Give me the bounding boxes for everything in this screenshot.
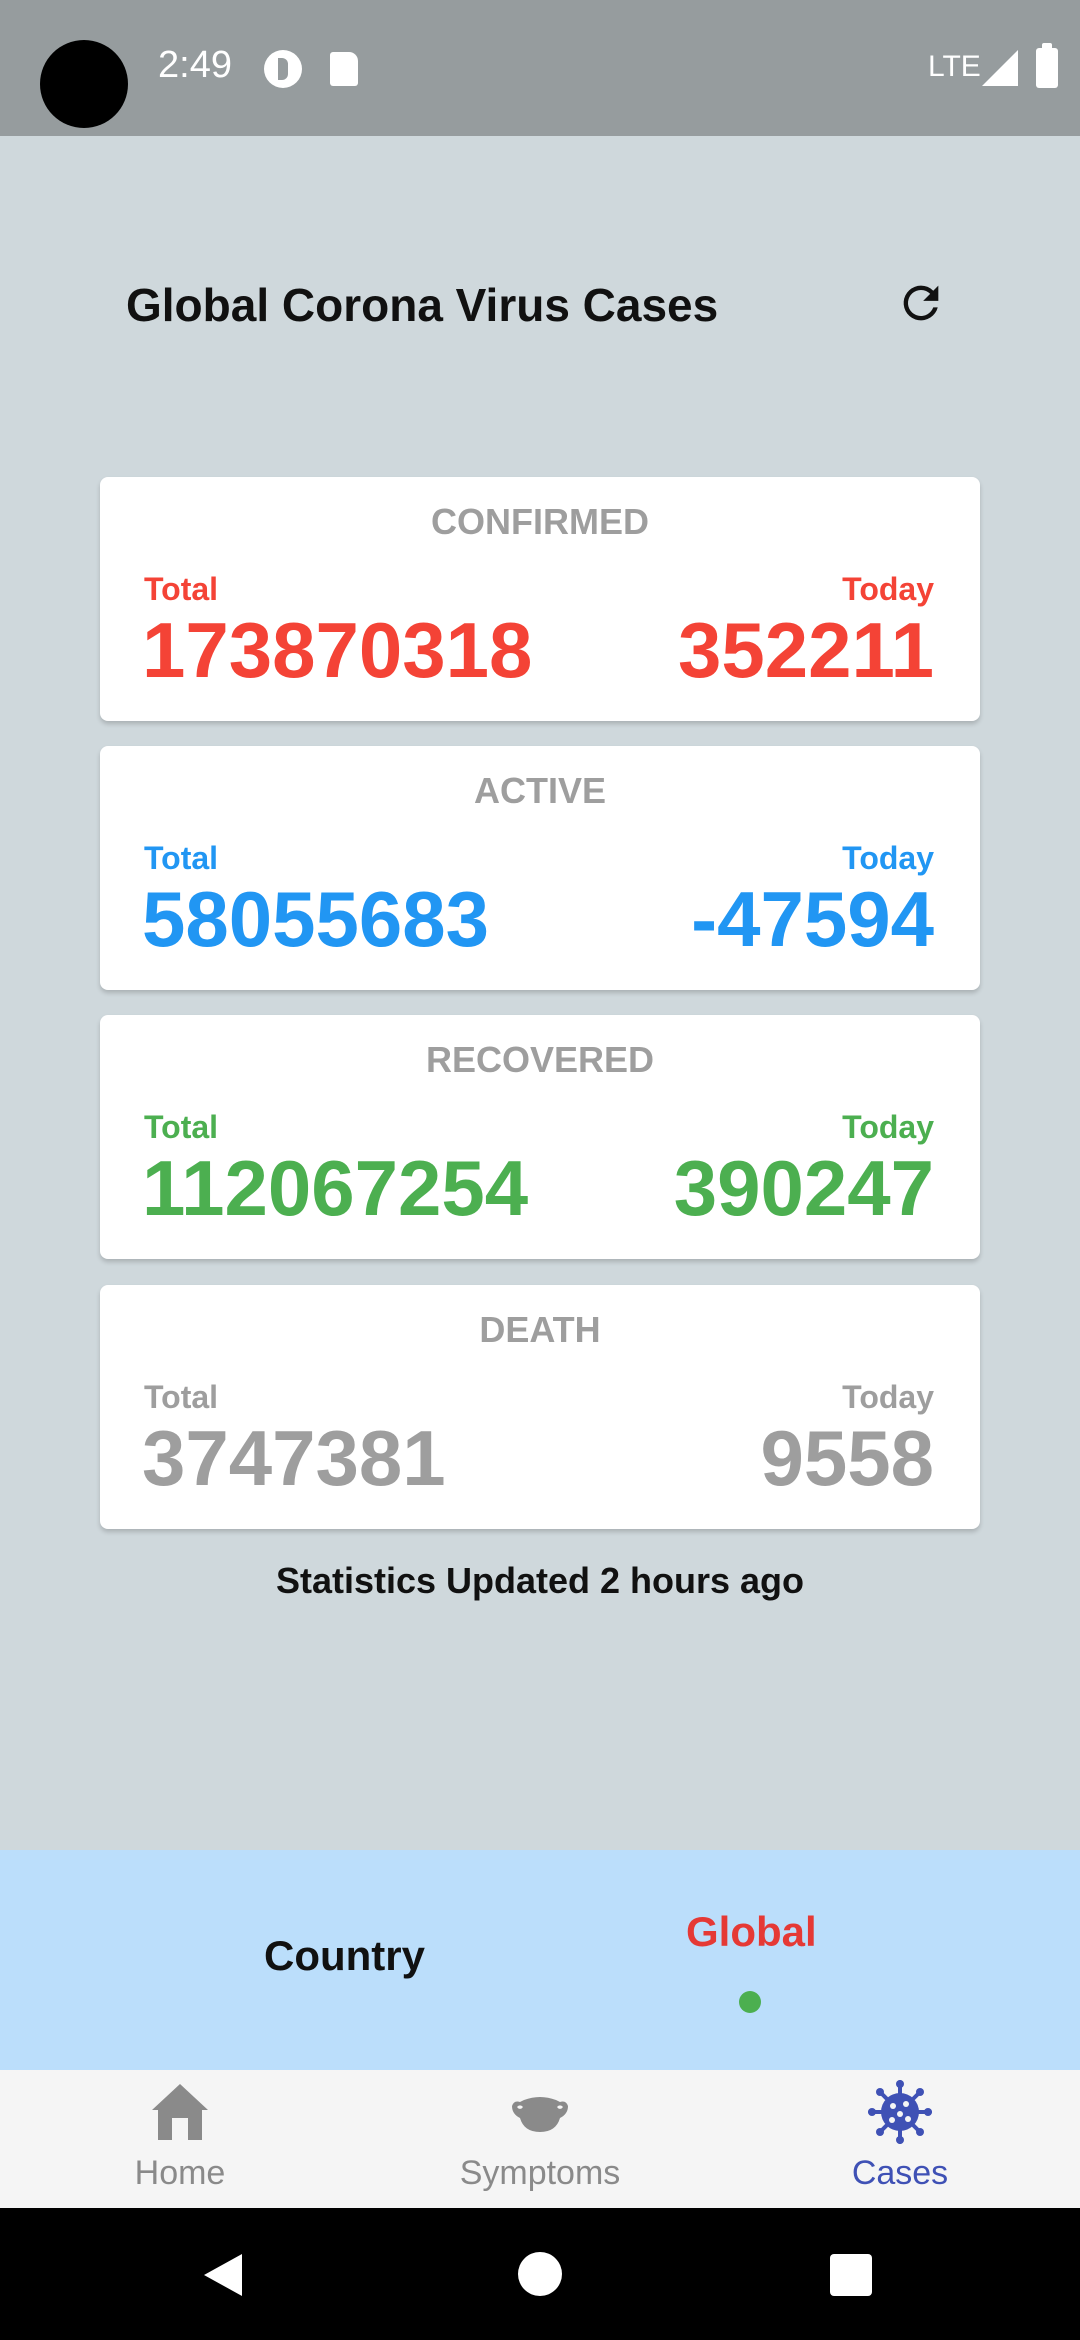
nav-label-symptoms: Symptoms — [459, 2154, 621, 2192]
active-card: ACTIVE Total Today 58055683 -47594 — [100, 746, 980, 990]
status-time: 2:49 — [158, 44, 232, 86]
total-value: 112067254 — [142, 1144, 529, 1232]
network-type: LTE — [928, 50, 981, 83]
today-value: 9558 — [760, 1414, 934, 1502]
sd-card-icon — [330, 52, 358, 86]
nav-label-cases: Cases — [851, 2154, 949, 2192]
last-updated-text: Statistics Updated 2 hours ago — [275, 1560, 805, 1601]
recents-icon[interactable] — [830, 2254, 872, 2296]
nav-item-symptoms[interactable]: Symptoms — [360, 2070, 720, 2208]
refresh-icon — [903, 285, 939, 321]
today-label: Today — [842, 571, 934, 607]
total-label: Total — [144, 571, 219, 607]
tab-country[interactable]: Country — [264, 1932, 425, 1980]
mask-icon — [512, 2097, 568, 2132]
death-card: DEATH Total Today 3747381 9558 — [100, 1285, 980, 1529]
card-title: ACTIVE — [473, 770, 606, 811]
notification-icon — [264, 50, 302, 88]
total-label: Total — [144, 840, 219, 876]
tab-active-indicator — [739, 1991, 761, 2013]
home-icon — [152, 2084, 208, 2140]
card-title: RECOVERED — [425, 1039, 655, 1080]
nav-item-cases[interactable]: Cases — [720, 2070, 1080, 2208]
card-title: DEATH — [479, 1309, 601, 1350]
total-value: 173870318 — [142, 606, 533, 694]
nav-label-home: Home — [134, 2154, 226, 2192]
battery-icon — [1036, 43, 1058, 88]
total-label: Total — [144, 1379, 219, 1415]
total-label: Total — [144, 1109, 219, 1145]
page-title: Global Corona Virus Cases — [126, 279, 719, 331]
confirmed-card: CONFIRMED Total Today 173870318 352211 — [100, 477, 980, 721]
total-value: 58055683 — [142, 875, 490, 963]
card-title: CONFIRMED — [431, 501, 649, 542]
tab-global[interactable]: Global — [686, 1908, 817, 1956]
status-bar: 2:49 LTE — [0, 0, 1080, 136]
nav-item-home[interactable]: Home — [0, 2070, 360, 2208]
virus-icon — [868, 2080, 932, 2144]
today-label: Today — [842, 1109, 934, 1145]
total-value: 3747381 — [142, 1414, 446, 1502]
signal-icon — [982, 50, 1018, 86]
today-label: Today — [842, 1379, 934, 1415]
today-value: -47594 — [691, 875, 934, 963]
bottom-navigation: Home Symptoms Cases — [0, 2070, 1080, 2208]
home-button-icon[interactable] — [518, 2252, 562, 2296]
recovered-card: RECOVERED Total Today 112067254 390247 — [100, 1015, 980, 1259]
system-navigation-bar — [0, 2208, 1080, 2340]
camera-cutout — [40, 40, 128, 128]
today-value: 390247 — [673, 1144, 934, 1232]
today-label: Today — [842, 840, 934, 876]
region-tab-bar — [0, 1850, 1080, 2070]
refresh-button[interactable] — [888, 270, 954, 336]
back-icon[interactable] — [200, 2252, 246, 2298]
today-value: 352211 — [678, 606, 934, 694]
